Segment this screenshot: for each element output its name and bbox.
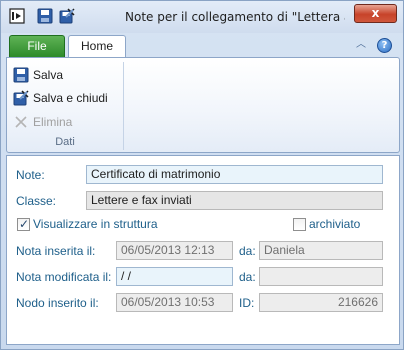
save-icon <box>13 67 29 83</box>
modified-by-field <box>259 267 383 286</box>
window-menu-icon[interactable] <box>9 8 25 24</box>
note-field[interactable]: Certificato di matrimonio <box>86 165 383 184</box>
save-and-close-icon[interactable] <box>59 8 75 24</box>
title-bar: Note per il collegamento di "Lettera a c… <box>1 1 403 33</box>
delete-icon <box>13 114 29 130</box>
note-modified-field[interactable]: / / <box>116 267 233 286</box>
note-form: Note: Certificato di matrimonio Classe: … <box>6 155 400 345</box>
id-label: ID: <box>239 296 255 310</box>
save-label: Salva <box>33 68 64 82</box>
save-button[interactable]: Salva <box>13 66 63 84</box>
close-button[interactable]: x <box>354 4 397 23</box>
note-inserted-field: 06/05/2013 12:13 <box>116 241 233 260</box>
save-and-close-icon <box>13 90 29 106</box>
tab-file[interactable]: File <box>9 35 65 57</box>
archived-label[interactable]: archiviato <box>309 217 360 231</box>
modified-by-label: da: <box>239 270 256 284</box>
show-in-tree-checkbox[interactable] <box>17 217 30 231</box>
note-inserted-label: Nota inserita il: <box>16 244 96 258</box>
note-modified-label: Nota modificata il: <box>16 270 112 284</box>
tab-home[interactable]: Home <box>68 35 126 58</box>
ribbon-group-separator <box>123 62 124 150</box>
save-icon[interactable] <box>37 8 53 24</box>
delete-button[interactable]: Elimina <box>13 113 72 131</box>
show-in-tree-label[interactable]: Visualizzare in struttura <box>33 217 158 231</box>
ribbon-panel: Salva Salva e chiudi Elimina Dati <box>6 57 400 153</box>
node-inserted-label: Nodo inserito il: <box>16 296 99 310</box>
inserted-by-label: da: <box>239 244 256 258</box>
window-title: Note per il collegamento di "Lettera a c… <box>125 10 345 24</box>
note-label: Note: <box>16 168 45 182</box>
archived-checkbox[interactable] <box>293 218 306 231</box>
save-and-close-button[interactable]: Salva e chiudi <box>13 89 108 107</box>
class-label: Classe: <box>16 194 57 208</box>
save-and-close-label: Salva e chiudi <box>33 91 108 105</box>
node-inserted-field: 06/05/2013 10:53 <box>116 293 233 312</box>
minimize-ribbon-icon[interactable]: ︿ <box>355 39 367 51</box>
class-field[interactable]: Lettere e fax inviati <box>86 191 383 210</box>
inserted-by-field: Daniela <box>259 241 383 260</box>
id-field: 216626 <box>259 293 383 312</box>
ribbon-tabs: File Home ︿ ? <box>1 33 403 58</box>
help-icon[interactable]: ? <box>377 38 392 53</box>
note-window: Note per il collegamento di "Lettera a c… <box>0 0 404 350</box>
ribbon-group-label: Dati <box>55 136 75 148</box>
delete-label: Elimina <box>33 115 73 129</box>
